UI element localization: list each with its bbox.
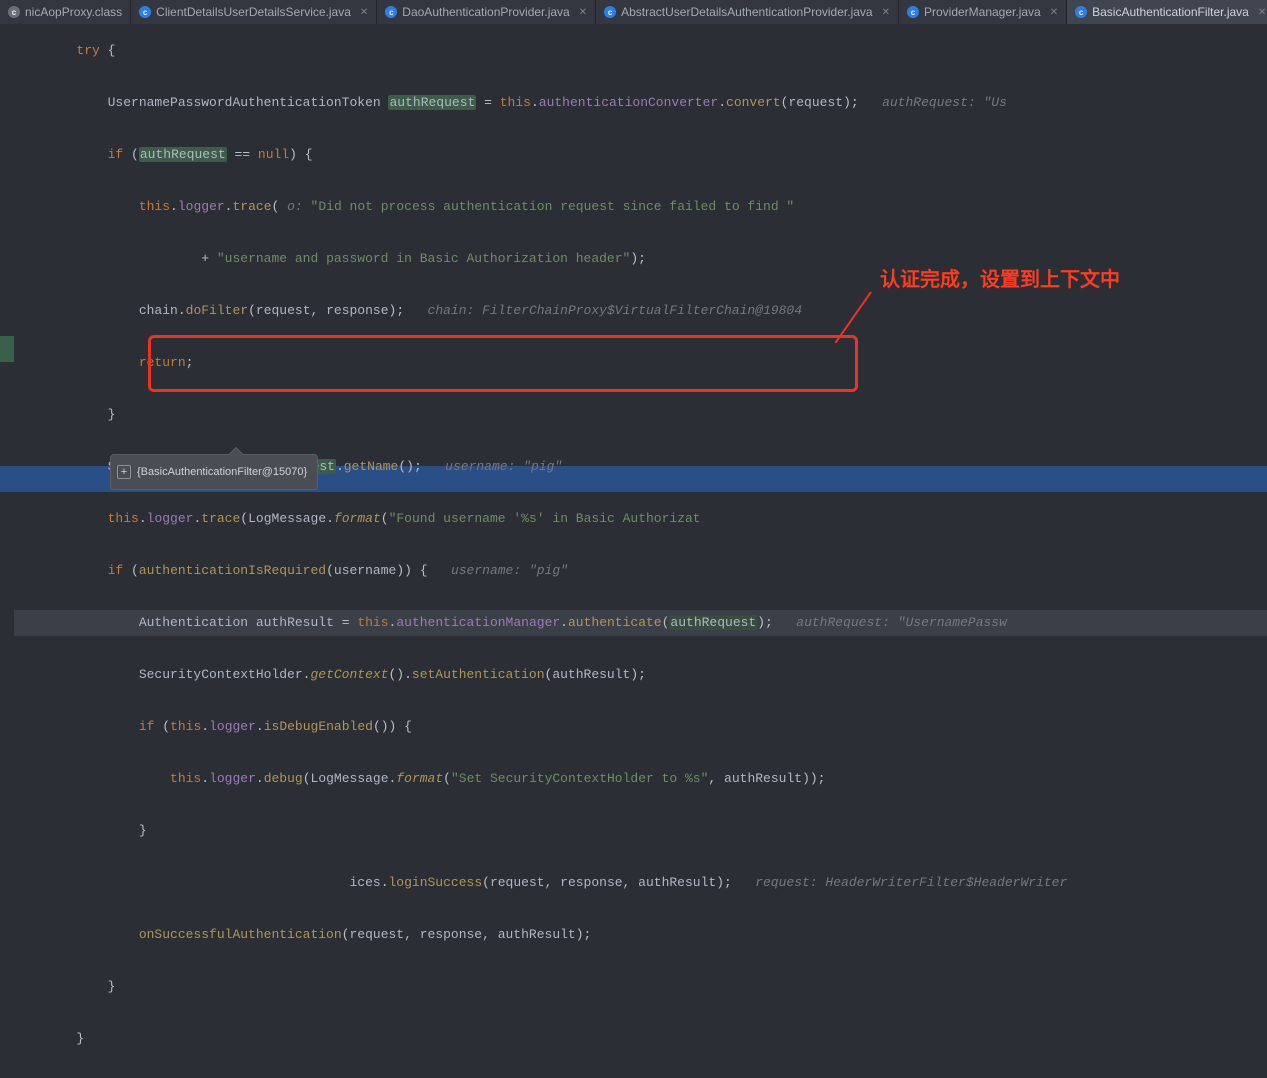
tab-providermanager[interactable]: c ProviderManager.java ✕	[899, 0, 1067, 24]
tab-bar: c nicAopProxy.class c ClientDetailsUserD…	[0, 0, 1267, 24]
tab-aopproxy[interactable]: c nicAopProxy.class	[0, 0, 131, 24]
expand-icon[interactable]: +	[117, 465, 131, 479]
annotation-text: 认证完成，设置到上下文中	[880, 267, 1120, 293]
java-icon: c	[385, 6, 397, 18]
tab-daoauth[interactable]: c DaoAuthenticationProvider.java ✕	[377, 0, 596, 24]
tab-label: BasicAuthenticationFilter.java	[1092, 5, 1249, 19]
tab-label: ClientDetailsUserDetailsService.java	[156, 5, 351, 19]
java-icon: c	[139, 6, 151, 18]
tab-abstractuser[interactable]: c AbstractUserDetailsAuthenticationProvi…	[596, 0, 899, 24]
debug-tooltip[interactable]: + {BasicAuthenticationFilter@15070}	[110, 454, 318, 490]
tab-label: DaoAuthenticationProvider.java	[402, 5, 569, 19]
tooltip-text: {BasicAuthenticationFilter@15070}	[137, 459, 307, 485]
close-icon[interactable]: ✕	[1258, 7, 1266, 18]
tab-label: AbstractUserDetailsAuthenticationProvide…	[621, 5, 872, 19]
tab-clientdetails[interactable]: c ClientDetailsUserDetailsService.java ✕	[131, 0, 377, 24]
tab-basicauth[interactable]: c BasicAuthenticationFilter.java ✕	[1067, 0, 1267, 24]
code-content: try { UsernamePasswordAuthenticationToke…	[14, 38, 1267, 1078]
code-editor[interactable]: try { UsernamePasswordAuthenticationToke…	[0, 24, 1267, 540]
close-icon[interactable]: ✕	[1050, 7, 1058, 18]
java-icon: c	[1075, 6, 1087, 18]
tab-label: nicAopProxy.class	[25, 5, 122, 19]
gutter-highlight	[0, 336, 14, 362]
java-icon: c	[604, 6, 616, 18]
tab-label: ProviderManager.java	[924, 5, 1041, 19]
class-icon: c	[8, 6, 20, 18]
close-icon[interactable]: ✕	[882, 7, 890, 18]
java-icon: c	[907, 6, 919, 18]
close-icon[interactable]: ✕	[579, 7, 587, 18]
close-icon[interactable]: ✕	[360, 7, 368, 18]
